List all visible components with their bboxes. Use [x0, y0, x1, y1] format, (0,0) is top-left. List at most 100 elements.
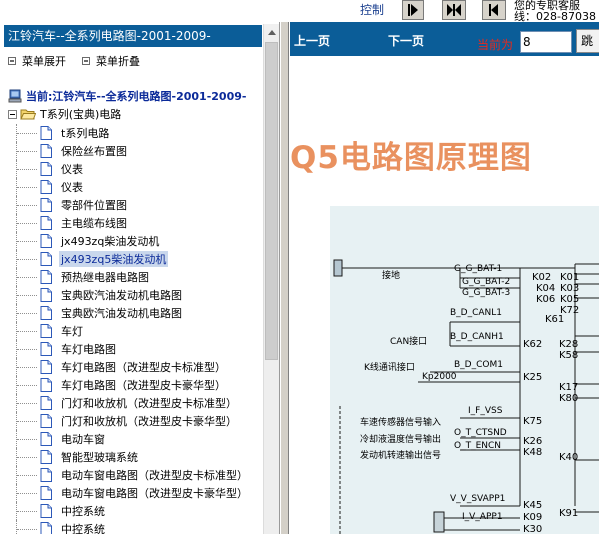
service-info: 您的专职客服 线：028-87038: [514, 0, 596, 22]
pin-k02: K02: [532, 272, 552, 283]
document-icon: [40, 342, 52, 356]
square-bullet-icon: [8, 57, 16, 65]
label-k-line: K线通讯接口: [364, 363, 415, 373]
top-toolbar: 控制 您的专职客服 线：028-87038: [0, 0, 599, 22]
tree-list: t系列电路 保险丝布置图 仪表 仪表 零部件位置图 主电缆布线图 jx493zq柴油发动机 j…: [0, 124, 262, 534]
label-rpm-out: 发动机转速输出信号: [360, 451, 442, 461]
tree-folder[interactable]: T系列(宝典)电路: [8, 106, 121, 122]
pin-k05: K05: [560, 294, 580, 305]
open-folder-icon: [20, 109, 36, 119]
back-icon: [489, 4, 498, 16]
pin-k30: K30: [523, 524, 543, 534]
tree-item[interactable]: 电动车窗电路图（改进型皮卡标准型）: [0, 466, 262, 484]
pin-k09: K09: [523, 512, 543, 523]
tree-item-label: 车灯电路图（改进型皮卡豪华型）: [61, 379, 226, 392]
document-icon: [40, 198, 52, 212]
step-button[interactable]: [442, 0, 466, 20]
tree-item[interactable]: 电动车窗电路图（改进型皮卡豪华型）: [0, 484, 262, 502]
tree-item[interactable]: 门灯和收放机（改进型皮卡豪华型）: [0, 412, 262, 430]
tree-item-label: 智能型玻璃系统: [61, 451, 138, 464]
tree-item-label: 电动车窗电路图（改进型皮卡标准型）: [61, 469, 248, 482]
tree-item[interactable]: 主电缆布线图: [0, 214, 262, 232]
expand-all-link[interactable]: 菜单展开: [8, 54, 66, 68]
control-label: 控制: [360, 3, 385, 17]
tree-item-label: 门灯和收放机（改进型皮卡标准型）: [61, 397, 237, 410]
tree-branch-line: [17, 349, 37, 350]
tree-item-label: jx493zq柴油发动机: [61, 235, 160, 248]
play-button[interactable]: [402, 0, 424, 20]
label-speed-in: 车速传感器信号输入: [360, 418, 442, 428]
tree-guide-line: [16, 520, 17, 534]
tree-item[interactable]: 智能型玻璃系统: [0, 448, 262, 466]
collapse-node-icon[interactable]: [8, 109, 17, 119]
tree-item[interactable]: 车灯电路图: [0, 340, 262, 358]
tree-item-label: 车灯电路图: [61, 343, 116, 356]
tree-branch-line: [17, 439, 37, 440]
document-icon: [40, 180, 52, 194]
tree-branch-line: [17, 511, 37, 512]
tree-item-label: t系列电路: [61, 127, 110, 140]
tree-item[interactable]: 零部件位置图: [0, 196, 262, 214]
tree-branch-line: [17, 187, 37, 188]
scroll-up-button[interactable]: [264, 24, 279, 40]
left-panel-title: 江铃汽车--全系列电路图-2001-2009-: [4, 25, 262, 47]
tree-item-label: 电动车窗电路图（改进型皮卡豪华型）: [61, 487, 248, 500]
signal-vss: I_F_VSS: [468, 406, 503, 416]
document-icon: [40, 468, 52, 482]
back-button[interactable]: [482, 0, 506, 20]
tree-item[interactable]: 车灯电路图（改进型皮卡豪华型）: [0, 376, 262, 394]
tree-item[interactable]: 车灯: [0, 322, 262, 340]
tree-item[interactable]: 宝典欧汽油发动机电路图: [0, 304, 262, 322]
panel-splitter[interactable]: [281, 22, 289, 534]
tree-branch-line: [17, 475, 37, 476]
tree-item[interactable]: 预热继电器电路图: [0, 268, 262, 286]
prev-page-link[interactable]: 上一页: [294, 32, 330, 49]
pin-k03: K03: [560, 283, 580, 294]
tree-branch-line: [17, 205, 37, 206]
current-path: 当前:江铃汽车--全系列电路图-2001-2009-: [26, 90, 247, 103]
pin-k80: K80: [559, 393, 579, 404]
tree-item[interactable]: 仪表: [0, 160, 262, 178]
tree-item-label: 电动车窗: [61, 433, 105, 446]
tree-branch-line: [17, 295, 37, 296]
tree-item-label: jx493zq5柴油发动机: [59, 251, 169, 267]
tree-branch-line: [17, 385, 37, 386]
document-icon: [40, 126, 52, 140]
pin-k75: K75: [523, 416, 543, 427]
tree-branch-line: [17, 457, 37, 458]
tree-item[interactable]: 车灯电路图（改进型皮卡标准型）: [0, 358, 262, 376]
document-icon: [40, 288, 52, 302]
scroll-thumb[interactable]: [265, 42, 278, 360]
tree-item[interactable]: 中控系统: [0, 502, 262, 520]
tree-branch-line: [17, 421, 37, 422]
tree-branch-line: [17, 151, 37, 152]
tree-item-label: 零部件位置图: [61, 199, 127, 212]
signal-app1: I_V_APP1: [462, 512, 503, 522]
tree-item[interactable]: jx493zq5柴油发动机: [0, 250, 262, 268]
tree-item[interactable]: t系列电路: [0, 124, 262, 142]
tree-root[interactable]: 当前:江铃汽车--全系列电路图-2001-2009-: [8, 88, 246, 104]
tree-item-label: 中控系统: [61, 505, 105, 518]
square-bullet-icon: [82, 57, 90, 65]
expand-all-label: 菜单展开: [22, 55, 66, 68]
document-icon: [40, 522, 52, 534]
page-number-input[interactable]: [520, 31, 572, 53]
left-scrollbar[interactable]: [263, 24, 279, 534]
signal-bat1: G_G_BAT-1: [454, 264, 503, 274]
next-page-link[interactable]: 下一页: [388, 32, 424, 49]
tree-item[interactable]: 电动车窗: [0, 430, 262, 448]
tree-item-label: 仪表: [61, 163, 83, 176]
pin-k26: K26: [523, 436, 543, 447]
collapse-all-link[interactable]: 菜单折叠: [82, 54, 140, 68]
tree-item[interactable]: 宝典欧汽油发动机电路图: [0, 286, 262, 304]
tree-branch-line: [17, 169, 37, 170]
jump-button[interactable]: 跳: [576, 29, 599, 53]
document-icon: [40, 432, 52, 446]
signal-canh: B_D_CANH1: [450, 332, 504, 342]
tree-item[interactable]: 仪表: [0, 178, 262, 196]
tree-branch-line: [17, 277, 37, 278]
tree-item[interactable]: 门灯和收放机（改进型皮卡标准型）: [0, 394, 262, 412]
tree-item[interactable]: jx493zq柴油发动机: [0, 232, 262, 250]
tree-item[interactable]: 保险丝布置图: [0, 142, 262, 160]
tree-item[interactable]: 中控系统: [0, 520, 262, 534]
